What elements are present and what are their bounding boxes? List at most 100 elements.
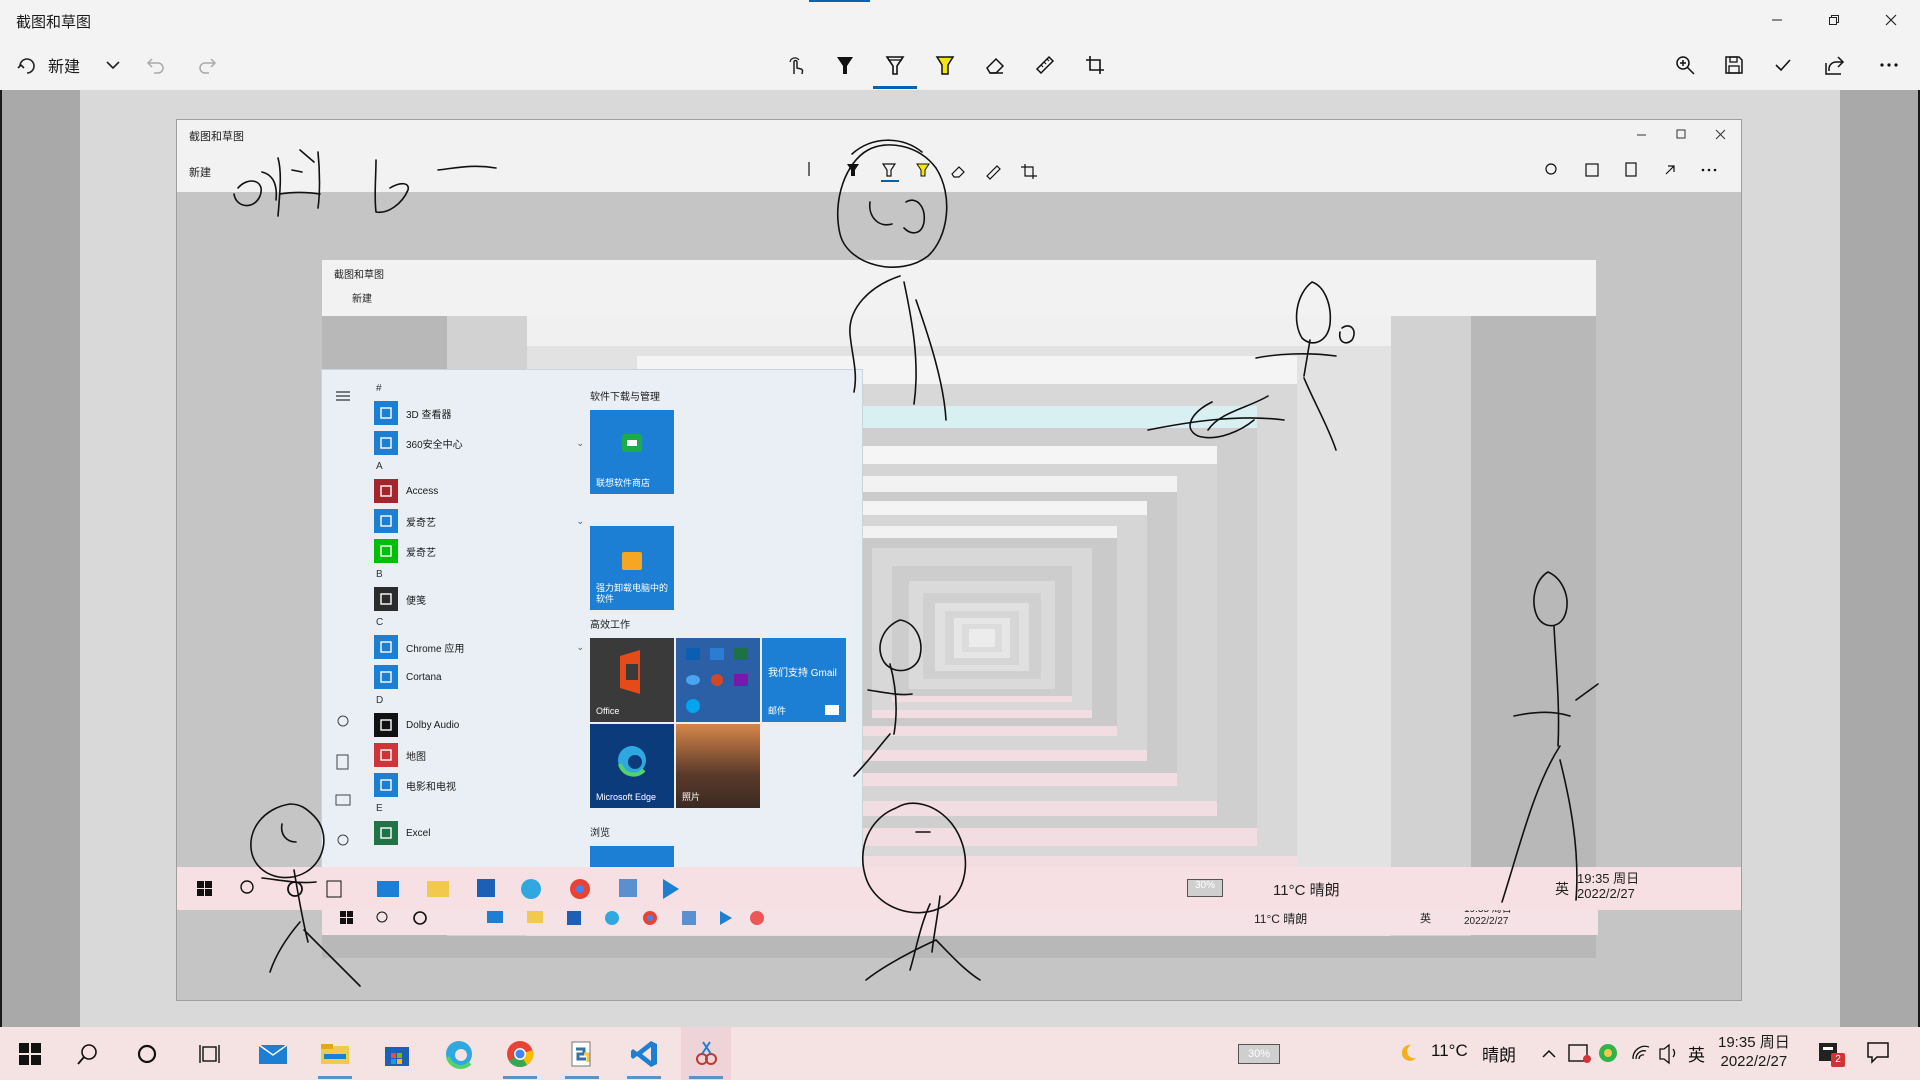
app-list-header: D (376, 695, 384, 706)
action-center-icon (1867, 1042, 1889, 1064)
new-snip-icon (17, 58, 35, 74)
tile-photos-label: 照片 (682, 792, 701, 802)
file-explorer-icon (321, 1043, 349, 1064)
nested-right-icons (1545, 162, 1717, 177)
clock[interactable]: 19:35 周日 2022/2/27 (1718, 1033, 1790, 1071)
office-icon (620, 650, 640, 694)
taskbar-mail-button[interactable] (248, 1027, 298, 1080)
ruler-icon (1035, 55, 1055, 75)
close-button[interactable] (1862, 0, 1919, 40)
nested-weather-2: 11°C 晴朗 (1273, 882, 1340, 899)
taskbar-cortana-button[interactable] (122, 1027, 172, 1080)
task-view-icon (199, 1044, 220, 1063)
app-list-item[interactable]: 3D 查看器 (374, 398, 574, 428)
app-list-label: 360安全中心 (406, 439, 463, 451)
maps-icon (374, 743, 398, 767)
more-button[interactable] (1870, 46, 1908, 84)
app-list-item[interactable]: Access (374, 476, 574, 506)
share-button[interactable] (1815, 46, 1853, 84)
app-list-item[interactable]: 地图 (374, 740, 574, 770)
app-list-item[interactable]: 便笺 (374, 584, 574, 614)
action-center-button[interactable] (1865, 1039, 1891, 1065)
app-list-label: 地图 (406, 751, 426, 763)
canvas-right-band (1838, 90, 1918, 1027)
tile-store[interactable]: 联想软件商店 (590, 410, 674, 494)
save-icon (1725, 56, 1743, 74)
ruler-button[interactable] (1026, 46, 1064, 84)
save-button[interactable] (1715, 46, 1753, 84)
tile-photos[interactable]: 照片 (676, 724, 760, 808)
tile-store-label: 联想软件商店 (596, 478, 651, 488)
taskbar-edge-button[interactable] (434, 1027, 484, 1080)
sticky-notes-icon (374, 587, 398, 611)
taskbar-python-button[interactable] (557, 1027, 607, 1080)
pencil-button[interactable] (876, 46, 914, 84)
taskbar-task-view-button[interactable] (185, 1027, 235, 1080)
tile-edge[interactable]: Microsoft Edge (590, 724, 674, 808)
taskbar-store-button[interactable] (372, 1027, 422, 1080)
new-dropdown-button[interactable] (94, 46, 132, 84)
app-list-item[interactable]: 爱奇艺 (374, 536, 574, 566)
start-menu: #3D 查看器 360安全中心 ⌄ A Access 爱奇艺 ⌄ 爱奇艺 B 便笺 C Chrome … (322, 370, 862, 902)
weather-text[interactable]: 晴朗 (1482, 1041, 1516, 1066)
confirm-button[interactable] (1764, 46, 1802, 84)
folder-icon (374, 635, 398, 659)
chevron-down-icon[interactable]: ⌄ (576, 516, 584, 527)
restore-button[interactable] (1805, 0, 1862, 40)
ime-indicator[interactable]: 英 (1688, 1041, 1705, 1066)
canvas-left-band (2, 90, 80, 1027)
zoom-button[interactable] (1666, 46, 1704, 84)
taskbar-start-button[interactable] (5, 1027, 55, 1080)
notification-app-button[interactable]: 2 (1815, 1039, 1845, 1069)
tile-uninstall[interactable]: 强力卸载电脑中的软件 (590, 526, 674, 610)
app-list-header: A (376, 461, 383, 472)
undo-button[interactable] (137, 46, 175, 84)
edge-icon (618, 746, 646, 777)
nested-ime-2: 英 (1555, 881, 1569, 897)
touch-write-icon (789, 57, 804, 75)
eraser-button[interactable] (976, 46, 1014, 84)
app-list-item[interactable]: Dolby Audio (374, 710, 574, 740)
battery-indicator[interactable]: 30% (1238, 1044, 1280, 1064)
crop-button[interactable] (1076, 46, 1114, 84)
app-list-item[interactable]: Chrome 应用 ⌄ (374, 632, 584, 662)
nested-new-label-2: 新建 (352, 294, 372, 305)
redo-button[interactable] (188, 46, 226, 84)
tile-office-apps[interactable] (676, 638, 760, 722)
nested-weather: 11°C 晴朗 (1254, 912, 1308, 926)
pencil-icon (885, 56, 905, 75)
group-header-work: 高效工作 (590, 620, 630, 631)
app-list-item[interactable]: 爱奇艺 ⌄ (374, 506, 584, 536)
clock-date: 2022/2/27 (1720, 1053, 1788, 1070)
tile-mail[interactable]: 我们支持 Gmail 邮件 (762, 638, 846, 722)
nested-title-bar: 截图和草图 (177, 120, 1741, 150)
app-list-header: C (376, 617, 384, 628)
close-icon (1885, 14, 1896, 26)
chevron-down-icon[interactable]: ⌄ (576, 642, 584, 653)
excel-icon (374, 821, 398, 845)
new-snip-button[interactable]: 新建 (12, 48, 84, 82)
touch-writing-button[interactable] (777, 46, 815, 84)
chevron-down-icon[interactable]: ⌄ (576, 438, 584, 449)
weather-temp[interactable]: 11°C (1431, 1041, 1468, 1061)
taskbar-explorer-button[interactable] (310, 1027, 360, 1080)
notification-count-badge: 2 (1831, 1053, 1845, 1067)
taskbar-snip-button[interactable] (681, 1027, 731, 1080)
ballpoint-pen-icon (837, 57, 853, 74)
app-list-item[interactable]: Excel (374, 818, 574, 848)
app-list-item[interactable]: Cortana (374, 662, 574, 692)
taskbar-search-button[interactable] (63, 1027, 113, 1080)
check-icon (1775, 59, 1791, 72)
tile-office[interactable]: Office (590, 638, 674, 722)
nested-window-controls (1637, 129, 1726, 140)
explorer-running-indicator (318, 1076, 352, 1079)
taskbar-chrome-button[interactable] (495, 1027, 545, 1080)
nested-taskbar-icons (197, 879, 679, 899)
minimize-button[interactable] (1748, 0, 1805, 40)
taskbar-vscode-button[interactable] (619, 1027, 669, 1080)
highlighter-button[interactable] (926, 46, 964, 84)
app-list-item[interactable]: 电影和电视 (374, 770, 574, 800)
ballpoint-pen-button[interactable] (826, 46, 864, 84)
tile-mail-label: 邮件 (768, 706, 787, 716)
app-list-item[interactable]: 360安全中心 ⌄ (374, 428, 584, 458)
